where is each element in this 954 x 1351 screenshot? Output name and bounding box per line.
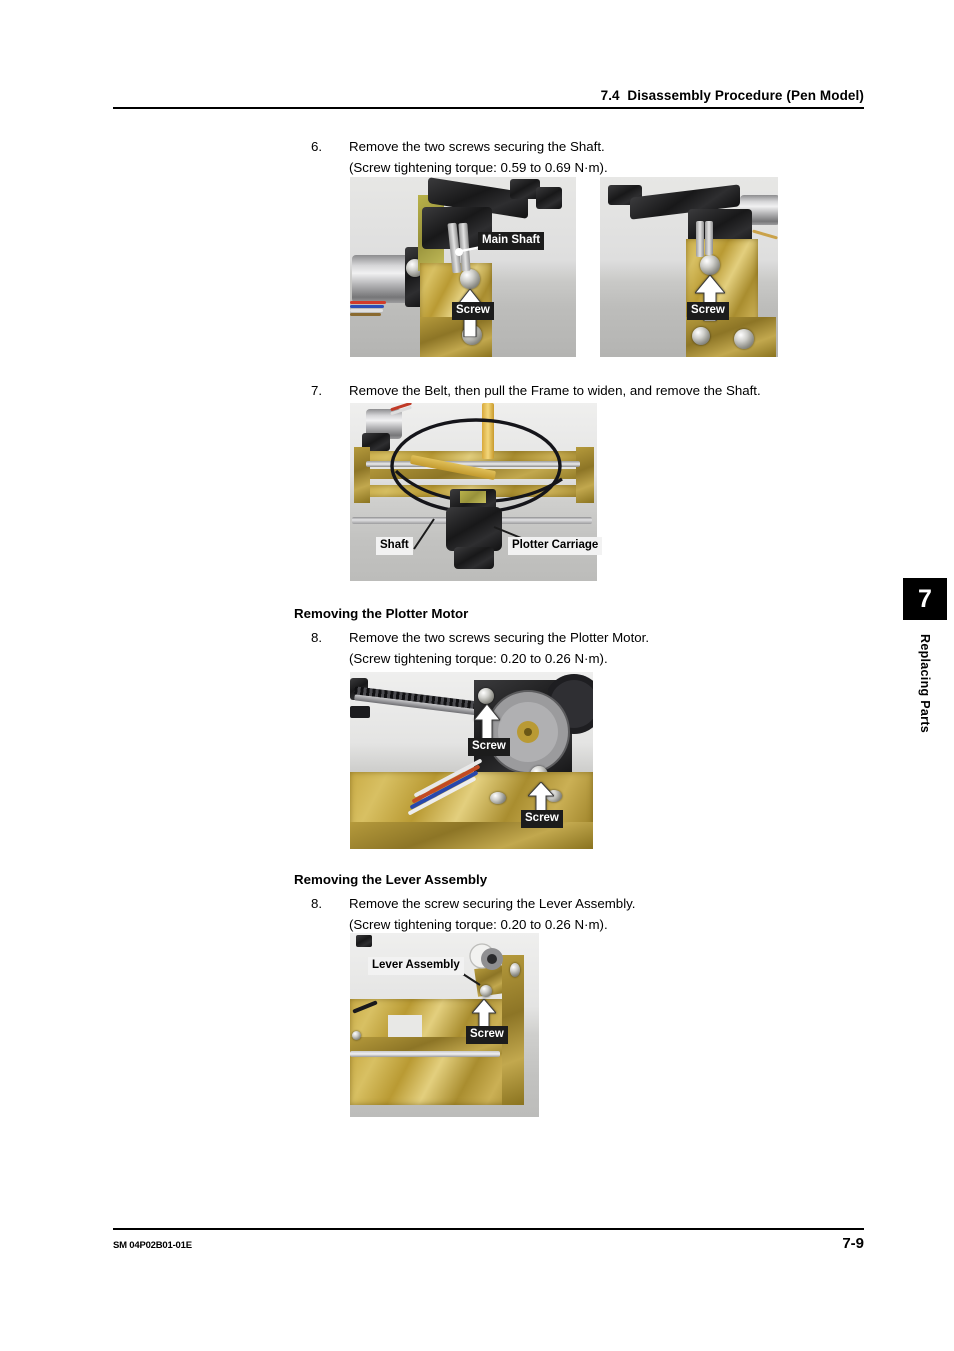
callout-screw-lever: Screw xyxy=(466,1026,508,1044)
screw-base-2 xyxy=(734,329,754,349)
screw-upper xyxy=(478,688,494,704)
step-8b-number: 8. xyxy=(311,896,323,911)
chapter-label: Replacing Parts xyxy=(918,634,932,733)
step-7: 7. Remove the Belt, then pull the Frame … xyxy=(311,380,871,401)
chassis-lower xyxy=(350,1053,522,1105)
callout-plotter-carriage: Plotter Carriage xyxy=(508,537,603,555)
wire-white xyxy=(350,309,383,312)
callout-screw-right: Screw xyxy=(687,302,729,320)
step-8b-text: Remove the screw securing the Lever Asse… xyxy=(349,896,636,932)
footer-row: SM 04P02B01-01E 7-9 xyxy=(113,1230,864,1252)
chassis-screw xyxy=(352,1031,361,1040)
pen-head-2 xyxy=(536,187,562,209)
header-title: 7.4 Disassembly Procedure (Pen Model) xyxy=(600,88,864,103)
wire-red xyxy=(350,301,386,304)
page-number: 7-9 xyxy=(842,1235,864,1252)
callout-lever-assembly: Lever Assembly xyxy=(368,957,464,975)
carriage-foot xyxy=(454,547,494,569)
step-6-number: 6. xyxy=(311,139,323,154)
document-number: SM 04P02B01-01E xyxy=(113,1240,192,1251)
figure-shaft-screw-right xyxy=(600,177,778,357)
figure-shaft-screw-left xyxy=(350,177,576,357)
screw-upper xyxy=(460,269,480,289)
callout-main-shaft: Main Shaft xyxy=(478,232,545,250)
shaft-rod xyxy=(696,221,704,257)
step-6-text: Remove the two screws securing the Shaft… xyxy=(349,139,608,175)
header-rule xyxy=(113,107,864,109)
step-7-text: Remove the Belt, then pull the Frame to … xyxy=(349,383,761,398)
wire-blue xyxy=(350,305,384,308)
page-header: 7.4 Disassembly Procedure (Pen Model) xyxy=(113,88,864,109)
callout-screw-motor-upper: Screw xyxy=(468,738,510,756)
chapter-tab: 7 Replacing Parts xyxy=(903,578,947,738)
step-7-number: 7. xyxy=(311,383,323,398)
corner-part xyxy=(356,935,372,947)
frame-end-left xyxy=(354,447,370,503)
step-6: 6. Remove the two screws securing the Sh… xyxy=(311,136,871,178)
frame-end-right xyxy=(576,447,594,503)
screw-base-1 xyxy=(692,327,710,345)
motor-body xyxy=(352,255,410,303)
step-8-lever-assembly: 8. Remove the screw securing the Lever A… xyxy=(311,893,871,935)
screw-upper xyxy=(700,255,720,275)
belt-clamp xyxy=(350,706,370,718)
guide-rod xyxy=(350,1051,500,1057)
step-8-plotter-motor: 8. Remove the two screws securing the Pl… xyxy=(311,627,871,669)
wire-brown xyxy=(350,313,381,316)
base-hole-2 xyxy=(490,792,506,804)
chassis-cutout xyxy=(388,1015,422,1037)
chassis-hole xyxy=(510,963,520,977)
step-8-number: 8. xyxy=(311,630,323,645)
page-footer: SM 04P02B01-01E 7-9 xyxy=(113,1228,864,1252)
callout-screw-left: Screw xyxy=(452,302,494,320)
callout-screw-motor-lower: Screw xyxy=(521,810,563,828)
shaft-rod-2 xyxy=(705,221,713,255)
step-8-text: Remove the two screws securing the Plott… xyxy=(349,630,650,666)
chapter-number: 7 xyxy=(903,578,947,620)
section-heading-lever-assembly: Removing the Lever Assembly xyxy=(294,872,488,887)
section-heading-plotter-motor: Removing the Plotter Motor xyxy=(294,606,469,621)
callout-shaft: Shaft xyxy=(376,537,413,555)
carriage-board xyxy=(460,491,486,503)
